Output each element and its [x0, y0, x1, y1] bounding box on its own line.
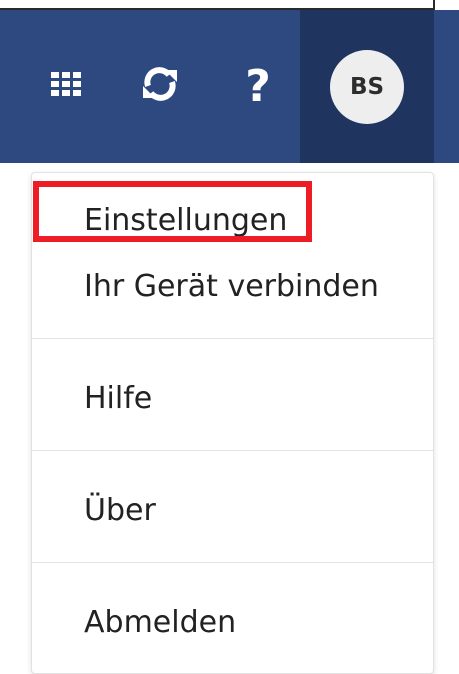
- app-header: ? BS: [0, 10, 459, 163]
- menu-item-about[interactable]: Über: [84, 493, 156, 529]
- menu-divider: [32, 562, 433, 563]
- menu-item-help[interactable]: Hilfe: [84, 381, 152, 417]
- account-button[interactable]: BS: [300, 10, 434, 163]
- help-icon: ?: [245, 60, 271, 112]
- menu-item-settings[interactable]: Einstellungen: [84, 203, 287, 239]
- sync-button[interactable]: [122, 10, 198, 163]
- menu-item-sign-out[interactable]: Abmelden: [84, 605, 236, 641]
- help-button[interactable]: ?: [218, 10, 298, 163]
- avatar: BS: [330, 49, 404, 124]
- waffle-grid-icon: [51, 72, 81, 101]
- top-strip: [0, 0, 459, 10]
- account-dropdown-menu: Einstellungen Ihr Gerät verbinden Hilfe …: [31, 172, 434, 674]
- top-divider-tick: [433, 0, 435, 10]
- menu-item-connect-device[interactable]: Ihr Gerät verbinden: [84, 269, 379, 305]
- menu-divider: [32, 338, 433, 339]
- apps-button[interactable]: [30, 10, 102, 163]
- sync-icon: [141, 65, 179, 108]
- menu-divider: [32, 450, 433, 451]
